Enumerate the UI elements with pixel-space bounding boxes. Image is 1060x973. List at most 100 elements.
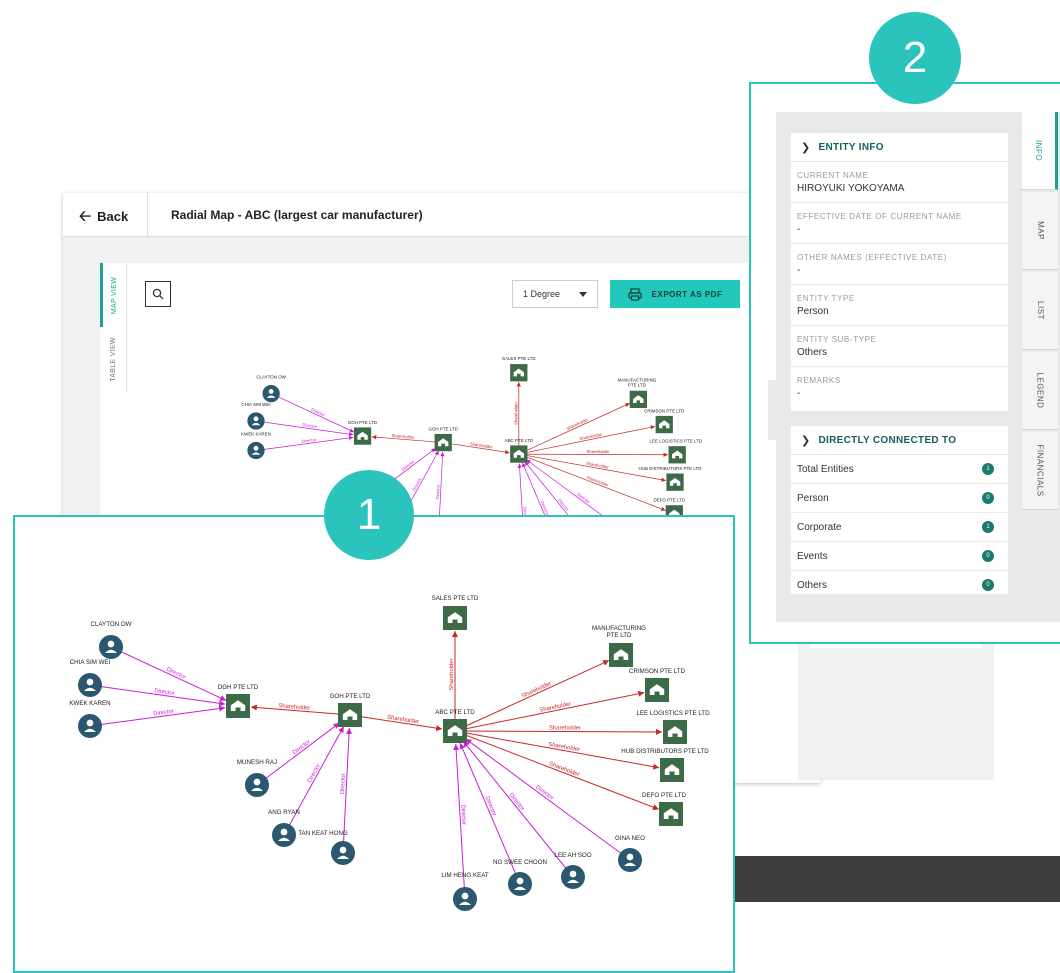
collapse-handle[interactable]: [768, 380, 776, 440]
node-label: DGH PTE LTD: [348, 420, 377, 425]
node-label: SALES PTE LTD: [502, 356, 536, 361]
node-label: DEFO PTE LTD: [642, 792, 686, 799]
corporate-node-defo-pte-ltd[interactable]: DEFO PTE LTD: [642, 792, 686, 826]
edge-label: Shareholder: [566, 417, 590, 431]
field-other-names: OTHER NAMES (EFFECTIVE DATE) -: [791, 244, 1008, 285]
node-label: ANG RYAN: [268, 809, 300, 816]
edge-label: Shareholder: [513, 401, 518, 425]
field-value: HIROYUKI YOKOYAMA: [797, 183, 905, 194]
person-node-ang-ryan[interactable]: ANG RYAN: [268, 809, 300, 847]
tab-map[interactable]: MAP: [1022, 192, 1058, 270]
person-icon-head: [86, 719, 94, 727]
count-badge: 1: [982, 521, 994, 533]
corporate-node-sales-pte-ltd[interactable]: SALES PTE LTD: [502, 356, 536, 382]
node-label: TAN KEAT HONG: [298, 830, 348, 837]
node-label: CRIMSON PTE LTD: [644, 408, 684, 413]
edge-label: Director: [340, 773, 347, 794]
edge-label: Shareholder: [548, 761, 580, 778]
field-value: -: [797, 265, 801, 276]
node-label: KWEK KAREN: [241, 431, 271, 436]
tab-label: MAP: [1035, 221, 1045, 240]
person-node-gina-neo[interactable]: GINA NEO: [615, 835, 645, 872]
person-node-lim-heng-keat[interactable]: LIM HENG KEAT: [441, 872, 489, 911]
person-node-munesh-raj[interactable]: MUNESH RAJ: [237, 759, 277, 797]
person-icon-head: [253, 445, 259, 451]
corporate-node-crimson-pte-ltd[interactable]: CRIMSON PTE LTD: [644, 408, 684, 434]
map-edge-abc-pte-ltd-to-sales-pte-ltd: Shareholder: [449, 631, 458, 731]
tab-list[interactable]: LIST: [1022, 272, 1058, 350]
node-label: LEE LOGISTICS PTE LTD: [636, 710, 710, 717]
corporate-node-abc-pte-ltd[interactable]: ABC PTE LTD: [435, 709, 475, 743]
edge-label: Director: [483, 796, 497, 817]
corporate-node-lee-logistics-pte-ltd[interactable]: LEE LOGISTICS PTE LTD: [636, 710, 710, 744]
connected-row-events: Events 0: [791, 542, 1008, 571]
corporate-node-abc-pte-ltd[interactable]: ABC PTE LTD: [505, 438, 533, 463]
node-label: DEFO PTE LTD: [653, 498, 685, 503]
edge-label: Director: [540, 500, 551, 516]
corporate-node-sales-pte-ltd[interactable]: SALES PTE LTD: [432, 595, 479, 630]
chevron-right-icon: ❯: [801, 434, 811, 447]
person-node-kwek-karen[interactable]: KWEK KAREN: [69, 700, 111, 738]
edge-label: Shareholder: [549, 725, 581, 731]
node-label: NG SWEE CHOON: [493, 859, 547, 866]
person-node-kwek-karen[interactable]: KWEK KAREN: [241, 431, 271, 460]
tab-info[interactable]: INFO: [1022, 112, 1058, 190]
person-icon-head: [569, 870, 577, 878]
map-graph: Director Director Director Shareholder Direc…: [69, 595, 710, 911]
field-label: REMARKS: [797, 376, 841, 385]
node-label: HUB DISTRIBUTORS PTE LTD: [621, 748, 709, 755]
chevron-right-icon: ❯: [801, 141, 811, 154]
corporate-node-hub-distributors-pte-ltd[interactable]: HUB DISTRIBUTORS PTE LTD: [639, 466, 702, 491]
connected-row-others: Others 0: [791, 571, 1008, 599]
corporate-node-goh-pte-ltd[interactable]: GOH PTE LTD: [330, 693, 371, 727]
edge-line: [518, 402, 630, 455]
corporate-node-dgh-pte-ltd[interactable]: DGH PTE LTD: [348, 420, 377, 445]
map-edge-goh-pte-ltd-to-abc-pte-ltd: Shareholder: [349, 714, 443, 732]
person-node-chia-sim-wei[interactable]: CHIA SIM WEI: [70, 659, 111, 697]
corporate-node-goh-pte-ltd[interactable]: GOH PTE LTD: [429, 426, 458, 452]
node-label: MANUFACTURING PTE LTD: [617, 377, 656, 387]
person-node-lee-ah-soo[interactable]: LEE AH SOO: [554, 852, 592, 889]
callout-number-2: 2: [869, 12, 961, 104]
node-label: MUNESH RAJ: [237, 759, 277, 766]
connected-row-total: Total Entities 1: [791, 455, 1008, 484]
tab-legend[interactable]: LEGEND: [1022, 352, 1058, 430]
panel-background: [798, 640, 994, 780]
person-node-ng-swee-choon[interactable]: NG SWEE CHOON: [493, 859, 547, 896]
tab-financials[interactable]: FINANCIALS: [1022, 432, 1058, 510]
map-edge-goh-pte-ltd-to-dgh-pte-ltd: Shareholder: [250, 703, 351, 716]
edge-line: [256, 722, 340, 786]
field-label: ENTITY SUB-TYPE: [797, 335, 877, 344]
corporate-node-lee-logistics-pte-ltd[interactable]: LEE LOGISTICS PTE LTD: [649, 439, 702, 464]
person-icon-head: [253, 778, 261, 786]
node-label: CLAYTON OW: [256, 374, 286, 379]
zoomed-map-callout: Director Director Director Shareholder Direc…: [13, 515, 735, 973]
node-label: LIM HENG KEAT: [441, 872, 489, 879]
edge-label: Director: [307, 763, 322, 784]
person-node-clayton-ow[interactable]: CLAYTON OW: [256, 374, 287, 403]
corporate-node-manufacturing-pte-ltd[interactable]: MANUFACTURING PTE LTD: [617, 377, 657, 408]
corporate-node-manufacturing-pte-ltd[interactable]: MANUFACTURING PTE LTD: [592, 625, 646, 667]
node-label: CLAYTON OW: [90, 621, 131, 628]
footer-bar: [735, 856, 1060, 902]
field-entity-type: ENTITY TYPE Person: [791, 285, 1008, 326]
map-edge-abc-pte-ltd-to-sales-pte-ltd: Shareholder: [513, 382, 521, 455]
person-node-chia-sim-wei[interactable]: CHIA SIM WEI: [241, 402, 271, 430]
node-label: GINA NEO: [615, 835, 645, 842]
edge-label: Director: [534, 785, 554, 802]
corporate-node-crimson-pte-ltd[interactable]: CRIMSON PTE LTD: [629, 668, 685, 702]
entity-info-header[interactable]: ❯ ENTITY INFO: [791, 133, 1008, 162]
corporate-node-dgh-pte-ltd[interactable]: DGH PTE LTD: [218, 684, 259, 718]
directly-connected-header[interactable]: ❯ DIRECTLY CONNECTED TO: [791, 426, 1008, 455]
row-label: Total Entities: [797, 463, 854, 475]
person-node-tan-keat-hong[interactable]: TAN KEAT HONG: [298, 830, 355, 865]
connected-row-person: Person 0: [791, 484, 1008, 513]
node-label: GOH PTE LTD: [429, 426, 458, 431]
node-label: CHIA SIM WEI: [70, 659, 111, 666]
edge-label: Shareholder: [387, 715, 420, 726]
corporate-node-hub-distributors-pte-ltd[interactable]: HUB DISTRIBUTORS PTE LTD: [621, 748, 709, 782]
person-icon-head: [253, 416, 259, 422]
field-label: EFFECTIVE DATE OF CURRENT NAME: [797, 212, 962, 221]
node-label: KWEK KAREN: [69, 700, 110, 707]
field-label: CURRENT NAME: [797, 171, 869, 180]
